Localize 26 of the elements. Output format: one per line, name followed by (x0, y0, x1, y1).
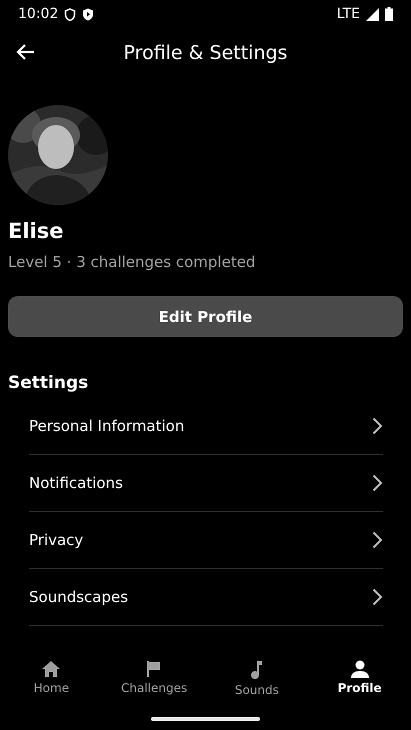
settings-row[interactable]: Soundscapes (29, 569, 383, 626)
settings-row[interactable]: Notifications (29, 455, 383, 512)
edit-profile-button[interactable]: Edit Profile (8, 296, 403, 337)
status-time: 10:02 (18, 6, 58, 22)
chevron-icon (372, 474, 383, 492)
profile-summary: Level 5 · 3 challenges completed (8, 253, 256, 271)
section-title: Settings (8, 373, 90, 393)
page-title: Profile & Settings (124, 42, 288, 64)
settings-row[interactable]: Privacy (29, 512, 383, 569)
signal-icon (366, 8, 379, 20)
play-shield-icon (82, 8, 94, 20)
shield-icon (64, 8, 76, 20)
network-type: LTE (336, 6, 360, 22)
nav-tab[interactable]: Home (0, 652, 103, 704)
music-note-icon (250, 660, 264, 680)
chevron-icon (372, 531, 383, 549)
settings-row[interactable]: Personal Information (29, 398, 383, 455)
nav-tab[interactable]: Sounds (206, 652, 308, 704)
home-icon (41, 660, 62, 678)
profile-name: Elise (8, 219, 64, 243)
nav-tab[interactable]: Challenges (102, 652, 206, 704)
person-icon (350, 660, 370, 678)
chevron-icon (372, 588, 383, 606)
battery-icon (385, 7, 393, 21)
chevron-icon (372, 417, 383, 435)
nav-tab[interactable]: Profile (308, 652, 411, 704)
